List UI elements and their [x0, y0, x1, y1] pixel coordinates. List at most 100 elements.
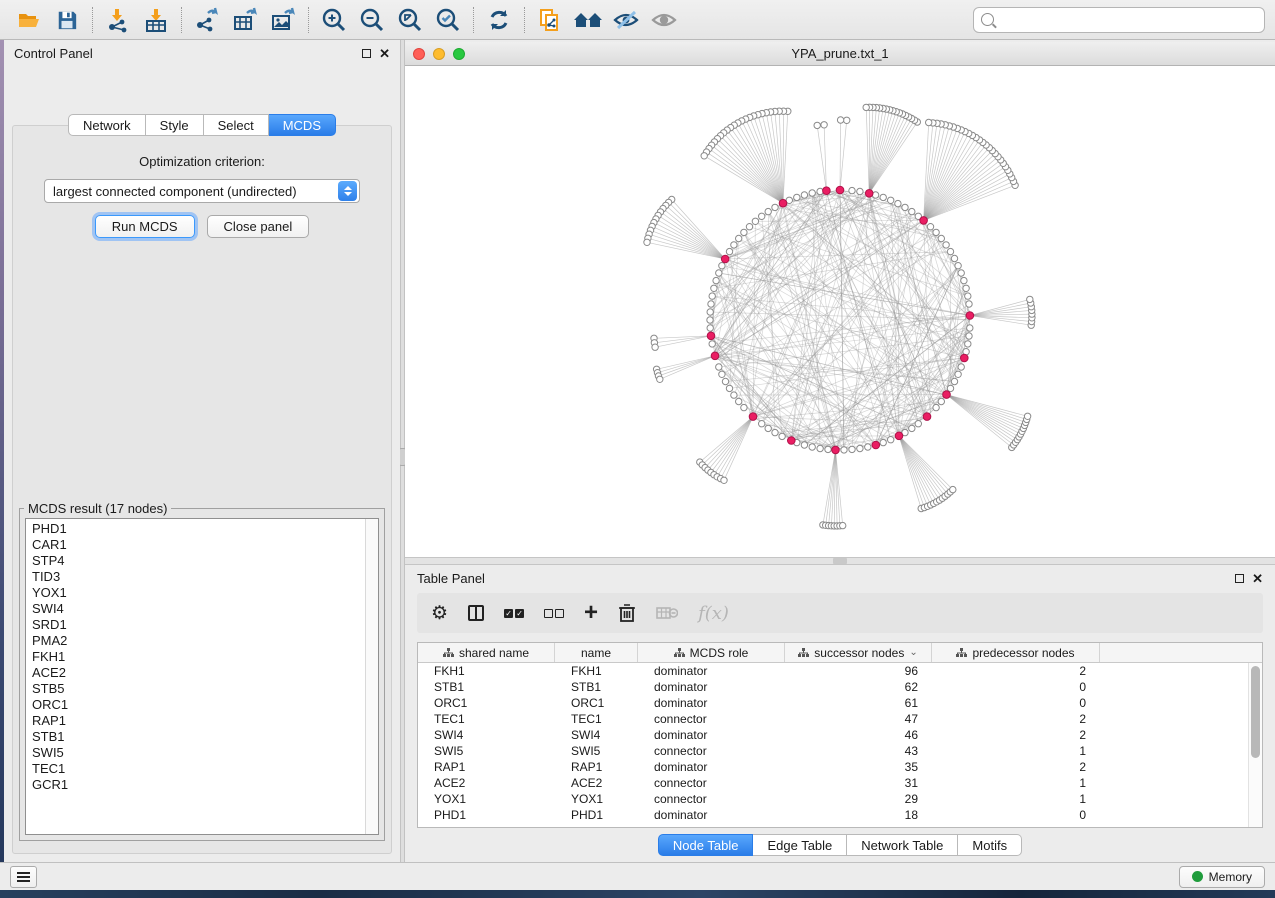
table-cell: 1 [932, 743, 1100, 759]
zoom-selected-button[interactable] [429, 4, 467, 36]
add-column-icon[interactable]: + [584, 601, 598, 625]
mcds-result-item[interactable]: ACE2 [32, 665, 378, 681]
export-image-button[interactable] [264, 4, 302, 36]
mcds-list-scrollbar[interactable] [365, 519, 378, 834]
table-scrollbar[interactable] [1248, 663, 1262, 827]
column-header-mcds-role[interactable]: MCDS role [638, 643, 785, 662]
run-mcds-button[interactable]: Run MCDS [95, 215, 195, 238]
save-session-button[interactable] [48, 4, 86, 36]
hierarchy-icon [674, 648, 685, 658]
hide-selected-button[interactable] [607, 4, 645, 36]
memory-button[interactable]: Memory [1179, 866, 1265, 888]
optimization-criterion-select[interactable]: largest connected component (undirected) [44, 179, 360, 203]
export-network-button[interactable] [188, 4, 226, 36]
tab-label: Style [160, 118, 189, 133]
tab-network[interactable]: Network [68, 114, 146, 136]
mcds-result-item[interactable]: FKH1 [32, 649, 378, 665]
mcds-result-item[interactable]: TID3 [32, 569, 378, 585]
mcds-result-item[interactable]: PMA2 [32, 633, 378, 649]
table-cell: SWI4 [555, 727, 638, 743]
tab-edge-table[interactable]: Edge Table [753, 834, 847, 856]
horizontal-splitter-grip[interactable] [833, 558, 847, 564]
tab-node-table[interactable]: Node Table [658, 834, 754, 856]
tab-network-table[interactable]: Network Table [847, 834, 958, 856]
toolbar-separator [524, 7, 525, 33]
mcds-result-title: MCDS result (17 nodes) [24, 501, 171, 516]
mcds-result-item[interactable]: STB5 [32, 681, 378, 697]
mcds-result-item[interactable]: SWI4 [32, 601, 378, 617]
search-field[interactable] [973, 7, 1265, 33]
delete-table-icon [656, 605, 678, 621]
export-table-button[interactable] [226, 4, 264, 36]
mcds-result-item[interactable]: TEC1 [32, 761, 378, 777]
mcds-result-item[interactable]: ORC1 [32, 697, 378, 713]
hierarchy-icon [798, 648, 809, 658]
tab-select[interactable]: Select [204, 114, 269, 136]
tab-mcds[interactable]: MCDS [269, 114, 336, 136]
network-window-titlebar[interactable]: YPA_prune.txt_1 [405, 42, 1275, 66]
column-header-successor-nodes[interactable]: successor nodes ⌄ [785, 643, 932, 662]
tab-motifs[interactable]: Motifs [958, 834, 1022, 856]
mcds-result-item[interactable]: SRD1 [32, 617, 378, 633]
search-input[interactable] [999, 12, 1257, 27]
close-panel-button[interactable]: Close panel [207, 215, 310, 238]
mcds-result-item[interactable]: CAR1 [32, 537, 378, 553]
zoom-out-button[interactable] [353, 4, 391, 36]
mcds-result-list[interactable]: PHD1CAR1STP4TID3YOX1SWI4SRD1PMA2FKH1ACE2… [25, 518, 379, 835]
mcds-result-item[interactable]: STB1 [32, 729, 378, 745]
select-all-icon[interactable]: ✓✓ [504, 609, 524, 618]
table-scrollbar-thumb[interactable] [1251, 666, 1260, 758]
mcds-result-item[interactable]: SWI5 [32, 745, 378, 761]
table-row[interactable]: YOX1YOX1connector291 [418, 791, 1248, 807]
table-cell: 18 [785, 807, 932, 823]
table-cell: dominator [638, 807, 785, 823]
table-cell: ORC1 [418, 695, 555, 711]
table-cell: ACE2 [418, 775, 555, 791]
table-row[interactable]: RAP1RAP1dominator352 [418, 759, 1248, 775]
show-all-button[interactable] [645, 4, 683, 36]
show-columns-icon[interactable] [468, 605, 484, 621]
column-header-shared-name[interactable]: shared name [418, 643, 555, 662]
table-cell: 47 [785, 711, 932, 727]
table-row[interactable]: ORC1ORC1dominator610 [418, 695, 1248, 711]
mcds-result-item[interactable]: GCR1 [32, 777, 378, 793]
column-header-name[interactable]: name [555, 643, 638, 662]
table-row[interactable]: SWI5SWI5connector431 [418, 743, 1248, 759]
table-cell: 2 [932, 727, 1100, 743]
table-row[interactable]: PHD1PHD1dominator180 [418, 807, 1248, 823]
table-cell [1100, 743, 1248, 759]
mcds-result-item[interactable]: STP4 [32, 553, 378, 569]
open-file-button[interactable] [10, 4, 48, 36]
first-neighbors-button[interactable] [569, 4, 607, 36]
float-panel-icon[interactable] [1235, 574, 1244, 583]
mcds-result-item[interactable]: PHD1 [32, 521, 378, 537]
mcds-result-items: PHD1CAR1STP4TID3YOX1SWI4SRD1PMA2FKH1ACE2… [26, 519, 378, 793]
deselect-all-icon[interactable] [544, 609, 564, 618]
table-row[interactable]: SWI4SWI4dominator462 [418, 727, 1248, 743]
network-canvas[interactable] [405, 66, 1275, 557]
table-settings-gear-icon[interactable]: ⚙ [431, 604, 448, 623]
import-table-button[interactable] [137, 4, 175, 36]
mcds-result-item[interactable]: YOX1 [32, 585, 378, 601]
tab-style[interactable]: Style [146, 114, 204, 136]
task-history-button[interactable] [10, 866, 37, 888]
delete-column-icon[interactable] [618, 603, 636, 623]
zoom-in-button[interactable] [315, 4, 353, 36]
table-row[interactable]: STB1STB1dominator620 [418, 679, 1248, 695]
column-header-predecessor-nodes[interactable]: predecessor nodes [932, 643, 1100, 662]
toolbar-separator [473, 7, 474, 33]
mcds-result-item[interactable]: RAP1 [32, 713, 378, 729]
close-panel-icon[interactable]: ✕ [379, 47, 390, 60]
table-row[interactable]: ACE2ACE2connector311 [418, 775, 1248, 791]
table-row[interactable]: TEC1TEC1connector472 [418, 711, 1248, 727]
float-panel-icon[interactable] [362, 49, 371, 58]
tab-label: Motifs [972, 838, 1007, 853]
table-cell: TEC1 [555, 711, 638, 727]
refresh-layout-button[interactable] [480, 4, 518, 36]
import-network-button[interactable] [99, 4, 137, 36]
table-panel-tabs: Node Table Edge Table Network Table Moti… [405, 834, 1275, 856]
zoom-fit-button[interactable] [391, 4, 429, 36]
close-panel-icon[interactable]: ✕ [1252, 572, 1263, 585]
clone-network-button[interactable] [531, 4, 569, 36]
table-row[interactable]: FKH1FKH1dominator962 [418, 663, 1248, 679]
